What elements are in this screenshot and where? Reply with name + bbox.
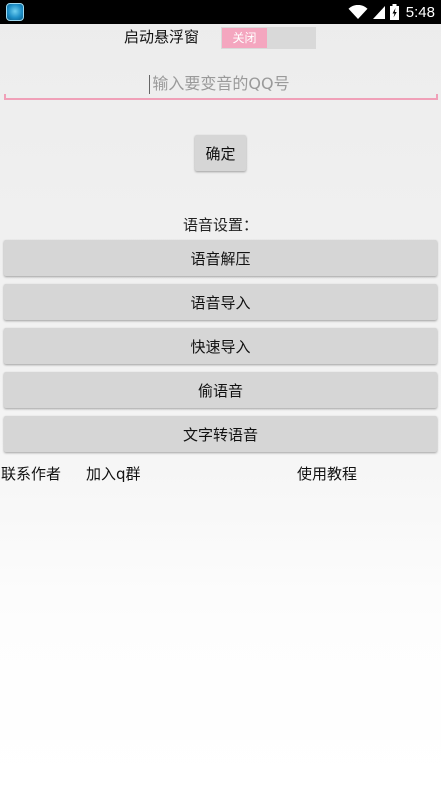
float-window-toggle[interactable]: 关闭: [221, 27, 316, 49]
tutorial-link[interactable]: 使用教程: [297, 465, 357, 483]
voice-settings-label: 语音设置：: [182, 216, 258, 234]
voice-decompress-button[interactable]: 语音解压: [4, 240, 437, 276]
join-group-link[interactable]: 加入q群: [86, 465, 141, 483]
confirm-button[interactable]: 确定: [195, 135, 246, 171]
text-to-speech-button[interactable]: 文字转语音: [4, 416, 437, 452]
footer-links: 联系作者 加入q群 使用教程: [0, 465, 441, 485]
status-icons: 5:48: [348, 0, 435, 24]
voice-import-button[interactable]: 语音导入: [4, 284, 437, 320]
wifi-icon: [348, 4, 368, 19]
contact-author-link[interactable]: 联系作者: [1, 465, 61, 483]
signal-icon: [372, 5, 385, 19]
float-window-row: 启动悬浮窗 关闭: [0, 24, 441, 50]
battery-icon: [389, 4, 399, 20]
quick-import-button[interactable]: 快速导入: [4, 328, 437, 364]
status-bar: 5:48: [0, 0, 441, 24]
toggle-thumb: 关闭: [222, 28, 267, 48]
float-window-label: 启动悬浮窗: [124, 28, 200, 46]
status-time: 5:48: [405, 3, 435, 21]
text-cursor: [149, 75, 150, 94]
qq-number-input[interactable]: [4, 68, 438, 100]
app-notification-icon: [6, 3, 24, 21]
steal-voice-button[interactable]: 偷语音: [4, 372, 437, 408]
